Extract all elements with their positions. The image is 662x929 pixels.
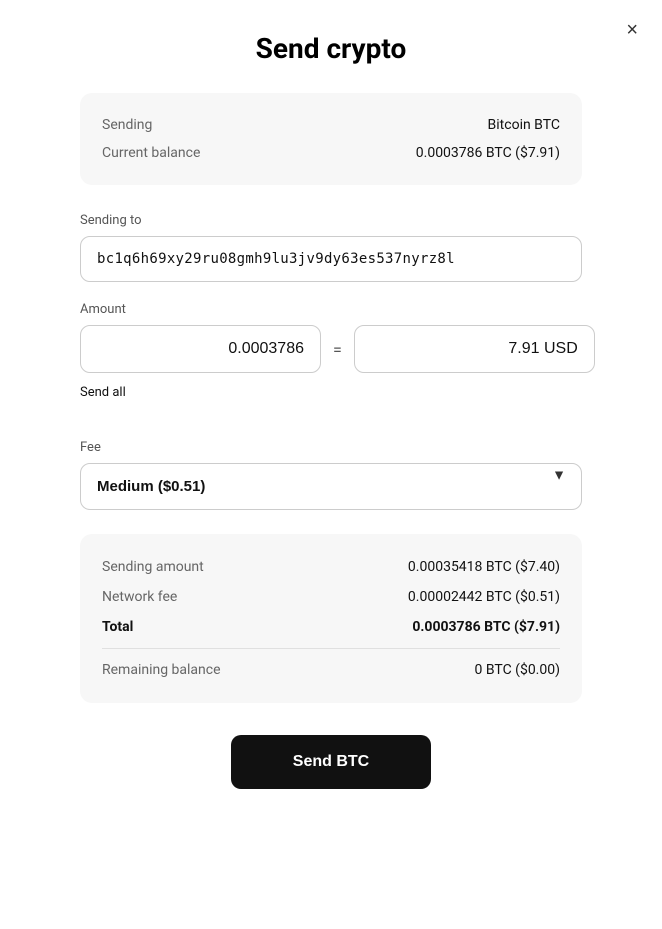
sending-to-section: Sending to (80, 213, 582, 282)
send-btc-button[interactable]: Send BTC (231, 735, 431, 789)
fee-section: Fee Low ($0.20) Medium ($0.51) High ($1.… (80, 440, 582, 510)
network-fee-label: Network fee (102, 589, 177, 605)
balance-row: Current balance 0.0003786 BTC ($7.91) (102, 139, 560, 167)
sending-label: Sending (102, 117, 152, 133)
fee-select[interactable]: Low ($0.20) Medium ($0.51) High ($1.00) (80, 463, 582, 510)
network-fee-row: Network fee 0.00002442 BTC ($0.51) (102, 582, 560, 612)
amount-row: = (80, 325, 582, 373)
fee-label: Fee (80, 440, 582, 455)
sending-amount-label: Sending amount (102, 559, 204, 575)
sending-amount-row: Sending amount 0.00035418 BTC ($7.40) (102, 552, 560, 582)
send-all-link[interactable]: Send all (80, 385, 126, 400)
sending-to-label: Sending to (80, 213, 582, 228)
summary-card: Sending amount 0.00035418 BTC ($7.40) Ne… (80, 534, 582, 703)
total-row: Total 0.0003786 BTC ($7.91) (102, 612, 560, 642)
usd-amount-input[interactable] (354, 325, 595, 373)
total-value: 0.0003786 BTC ($7.91) (412, 619, 560, 635)
amount-section: Amount = Send all (80, 302, 582, 420)
remaining-balance-value: 0 BTC ($0.00) (475, 662, 560, 678)
send-crypto-modal: × Send crypto Sending Bitcoin BTC Curren… (0, 0, 662, 929)
network-fee-value: 0.00002442 BTC ($0.51) (408, 589, 560, 605)
remaining-balance-row: Remaining balance 0 BTC ($0.00) (102, 655, 560, 685)
modal-title: Send crypto (80, 32, 582, 65)
equals-sign: = (333, 340, 342, 359)
sending-row: Sending Bitcoin BTC (102, 111, 560, 139)
info-card: Sending Bitcoin BTC Current balance 0.00… (80, 93, 582, 185)
amount-label: Amount (80, 302, 582, 317)
close-button[interactable]: × (622, 16, 642, 44)
address-input[interactable] (80, 236, 582, 282)
total-label: Total (102, 619, 133, 635)
remaining-balance-label: Remaining balance (102, 662, 221, 678)
balance-label: Current balance (102, 145, 200, 161)
sending-amount-value: 0.00035418 BTC ($7.40) (408, 559, 560, 575)
summary-divider (102, 648, 560, 649)
sending-value: Bitcoin BTC (488, 117, 560, 133)
btc-amount-input[interactable] (80, 325, 321, 373)
balance-value: 0.0003786 BTC ($7.91) (416, 145, 560, 161)
